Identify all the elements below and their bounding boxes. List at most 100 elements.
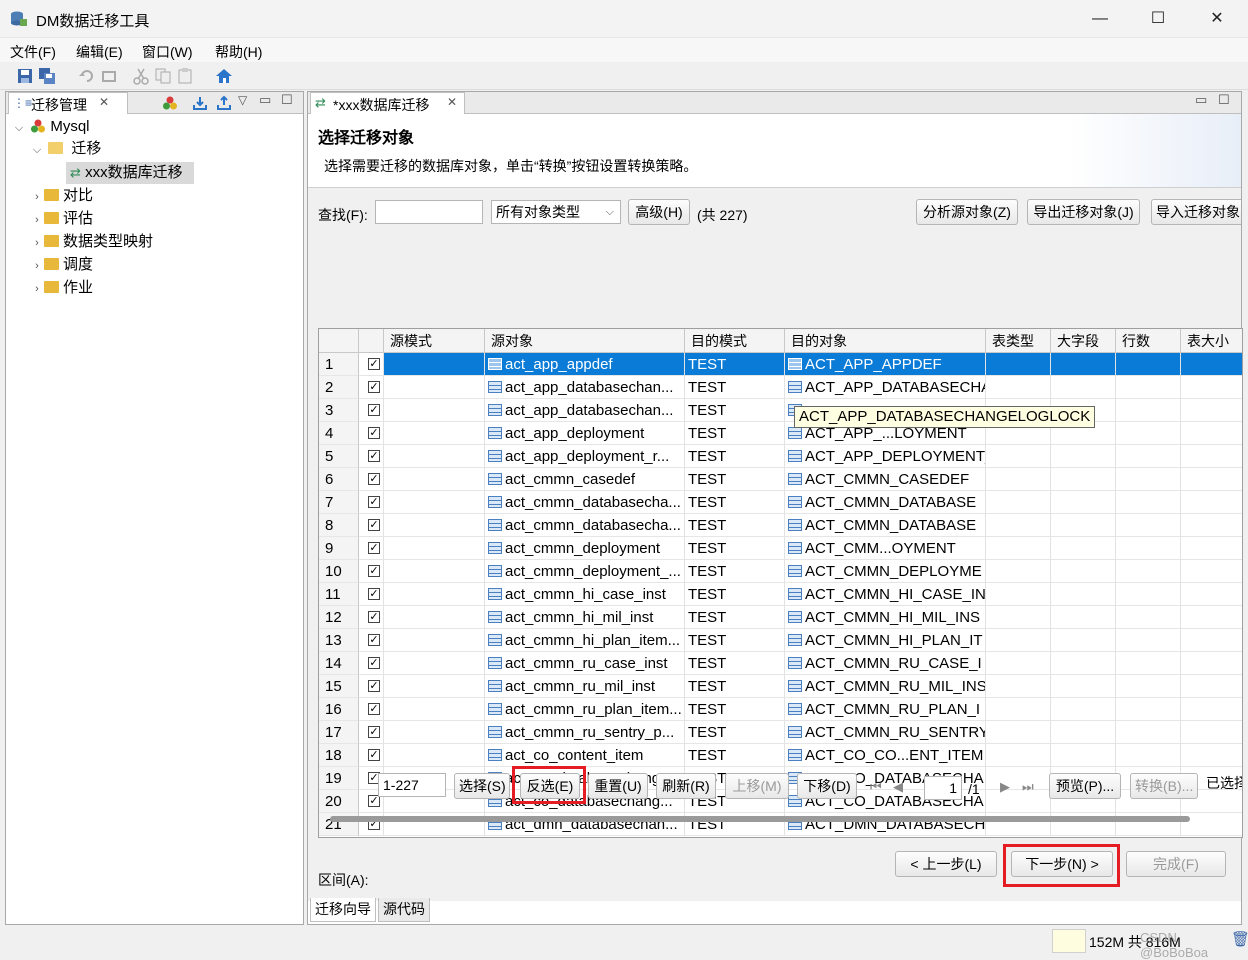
tree-node-assess[interactable]: › 评估 <box>30 208 93 230</box>
view-menu-chevron-icon[interactable]: ▽ <box>238 93 247 107</box>
garbage-collect-icon[interactable]: 🗑 <box>1231 930 1248 948</box>
header-large-field[interactable]: 大字段 <box>1051 329 1116 353</box>
search-input[interactable] <box>375 200 483 224</box>
select-button[interactable]: 选择(S) <box>454 773 510 799</box>
expand-chevron-icon[interactable]: › <box>30 186 44 208</box>
tree-node-job[interactable]: › 作业 <box>30 277 93 299</box>
menu-window[interactable]: 窗口(W) <box>142 42 193 62</box>
row-checkbox[interactable]: ✓ <box>368 496 380 508</box>
row-checkbox[interactable]: ✓ <box>368 427 380 439</box>
header-row-count[interactable]: 行数 <box>1116 329 1181 353</box>
tree-node-xxx-migration[interactable]: ⇄ xxx数据库迁移 <box>66 162 194 184</box>
close-tab-icon[interactable]: ✕ <box>99 95 109 109</box>
prev-page-icon[interactable]: ◀ <box>893 779 903 795</box>
tab-xxx-migration[interactable]: ⇄ *xxx数据库迁移 ✕ <box>310 92 465 114</box>
table-row[interactable]: 17 ✓ act_cmmn_ru_sentry_p... TEST ACT_CMMN_R… <box>319 721 1242 744</box>
header-table-type[interactable]: 表类型 <box>986 329 1051 353</box>
collapse-chevron-icon[interactable]: ⌵ <box>12 117 26 139</box>
table-row[interactable]: 18 ✓ act_co_content_item TEST ACT_CO_CO...EN… <box>319 744 1242 767</box>
save-all-icon[interactable] <box>38 67 56 85</box>
home-icon[interactable] <box>215 67 233 85</box>
wizard-horizontal-scrollbar[interactable] <box>330 816 1190 822</box>
refresh-button[interactable]: 刷新(R) <box>656 773 716 799</box>
minimize-view-icon[interactable]: ▭ <box>259 92 271 108</box>
import-objects-button[interactable]: 导入迁移对象 <box>1151 199 1241 225</box>
close-button[interactable]: ✕ <box>1202 6 1232 32</box>
table-row[interactable]: 1 ✓ act_app_appdef TEST ACT_APP_APPDEF <box>319 353 1242 376</box>
table-row[interactable]: 4 ✓ act_app_deployment TEST ACT_APP_...LOYME… <box>319 422 1242 445</box>
expand-chevron-icon[interactable]: › <box>30 232 44 254</box>
row-checkbox[interactable]: ✓ <box>368 611 380 623</box>
row-checkbox[interactable]: ✓ <box>368 358 380 370</box>
header-table-size[interactable]: 表大小 <box>1181 329 1242 353</box>
first-page-icon[interactable]: ⏮ <box>870 779 882 795</box>
cut-icon[interactable] <box>132 67 150 85</box>
maximize-view-icon[interactable]: ☐ <box>1218 92 1230 108</box>
table-row[interactable]: 5 ✓ act_app_deployment_r... TEST ACT_APP_DEP… <box>319 445 1242 468</box>
tab-migration-management[interactable]: ⋮≡ 迁移管理 ✕ <box>8 92 128 114</box>
table-row[interactable]: 15 ✓ act_cmmn_ru_mil_inst TEST ACT_CMMN_RU_M… <box>319 675 1242 698</box>
header-source-schema[interactable]: 源模式 <box>384 329 485 353</box>
advanced-button[interactable]: 高级(H) <box>628 199 690 225</box>
last-page-icon[interactable]: ⏭ <box>1022 779 1034 795</box>
tree-node-mysql[interactable]: ⌵ Mysql <box>12 116 90 138</box>
preview-button[interactable]: 预览(P)... <box>1049 773 1121 799</box>
table-row[interactable]: 11 ✓ act_cmmn_hi_case_inst TEST ACT_CMMN_HI_… <box>319 583 1242 606</box>
convert-button[interactable]: 转换(B)... <box>1130 773 1198 799</box>
row-checkbox[interactable]: ✓ <box>368 450 380 462</box>
row-checkbox[interactable]: ✓ <box>368 749 380 761</box>
redo-icon[interactable] <box>100 67 118 85</box>
expand-chevron-icon[interactable]: › <box>30 278 44 300</box>
header-source-object[interactable]: 源对象 <box>485 329 685 353</box>
table-row[interactable]: 2 ✓ act_app_databasechan... TEST ACT_APP_DAT… <box>319 376 1242 399</box>
tree-node-compare[interactable]: › 对比 <box>30 185 93 207</box>
row-checkbox[interactable]: ✓ <box>368 404 380 416</box>
undo-icon[interactable] <box>78 67 96 85</box>
row-checkbox[interactable]: ✓ <box>368 703 380 715</box>
tree-node-type-mapping[interactable]: › 数据类型映射 <box>30 231 153 253</box>
row-checkbox[interactable]: ✓ <box>368 473 380 485</box>
header-target-object[interactable]: 目的对象 <box>785 329 986 353</box>
menu-edit[interactable]: 编辑(E) <box>76 42 123 62</box>
copy-icon[interactable] <box>154 67 172 85</box>
menu-help[interactable]: 帮助(H) <box>215 42 262 62</box>
row-checkbox[interactable]: ✓ <box>368 588 380 600</box>
paste-icon[interactable] <box>176 67 194 85</box>
table-row[interactable]: 14 ✓ act_cmmn_ru_case_inst TEST ACT_CMMN_RU_… <box>319 652 1242 675</box>
save-icon[interactable] <box>16 67 34 85</box>
expand-chevron-icon[interactable]: › <box>30 255 44 277</box>
tree-node-schedule[interactable]: › 调度 <box>30 254 93 276</box>
object-type-select[interactable]: 所有对象类型 ⌵ <box>491 200 621 224</box>
maximize-view-icon[interactable]: ☐ <box>281 92 293 108</box>
expand-chevron-icon[interactable]: › <box>30 209 44 231</box>
tab-wizard[interactable]: 迁移向导 <box>310 898 376 922</box>
reset-button[interactable]: 重置(U) <box>588 773 648 799</box>
row-checkbox[interactable]: ✓ <box>368 680 380 692</box>
table-row[interactable]: 6 ✓ act_cmmn_casedef TEST ACT_CMMN_CASEDEF <box>319 468 1242 491</box>
move-up-button[interactable]: 上移(M) <box>725 773 789 799</box>
tab-source-code[interactable]: 源代码 <box>378 898 430 922</box>
row-checkbox[interactable]: ✓ <box>368 634 380 646</box>
header-target-schema[interactable]: 目的模式 <box>685 329 785 353</box>
maximize-button[interactable]: ☐ <box>1143 6 1173 32</box>
table-row[interactable]: 8 ✓ act_cmmn_databasecha... TEST ACT_CMMN_DA… <box>319 514 1242 537</box>
table-row[interactable]: 12 ✓ act_cmmn_hi_mil_inst TEST ACT_CMMN_HI_M… <box>319 606 1242 629</box>
table-row[interactable]: 9 ✓ act_cmmn_deployment TEST ACT_CMM...OYMEN… <box>319 537 1242 560</box>
table-row[interactable]: 16 ✓ act_cmmn_ru_plan_item... TEST ACT_CMMN_… <box>319 698 1242 721</box>
next-page-icon[interactable]: ▶ <box>1000 779 1010 795</box>
analyze-source-button[interactable]: 分析源对象(Z) <box>916 199 1018 225</box>
export-icon[interactable] <box>216 95 232 111</box>
menu-file[interactable]: 文件(F) <box>10 42 56 62</box>
tree-node-migration[interactable]: ⌵ 迁移 <box>30 138 102 161</box>
page-input[interactable]: 1 <box>924 776 962 800</box>
table-row[interactable]: 3 ✓ act_app_databasechan... TEST <box>319 399 1242 422</box>
row-checkbox[interactable]: ✓ <box>368 542 380 554</box>
range-input[interactable]: 1-227 <box>378 773 446 797</box>
table-row[interactable]: 10 ✓ act_cmmn_deployment_... TEST ACT_CMMN_D… <box>319 560 1242 583</box>
table-row[interactable]: 7 ✓ act_cmmn_databasecha... TEST ACT_CMMN_DA… <box>319 491 1242 514</box>
import-icon[interactable] <box>192 95 208 111</box>
move-down-button[interactable]: 下移(D) <box>797 773 857 799</box>
minimize-button[interactable]: — <box>1085 6 1115 32</box>
collapse-chevron-icon[interactable]: ⌵ <box>30 139 44 161</box>
table-row[interactable]: 13 ✓ act_cmmn_hi_plan_item... TEST ACT_CMMN_… <box>319 629 1242 652</box>
